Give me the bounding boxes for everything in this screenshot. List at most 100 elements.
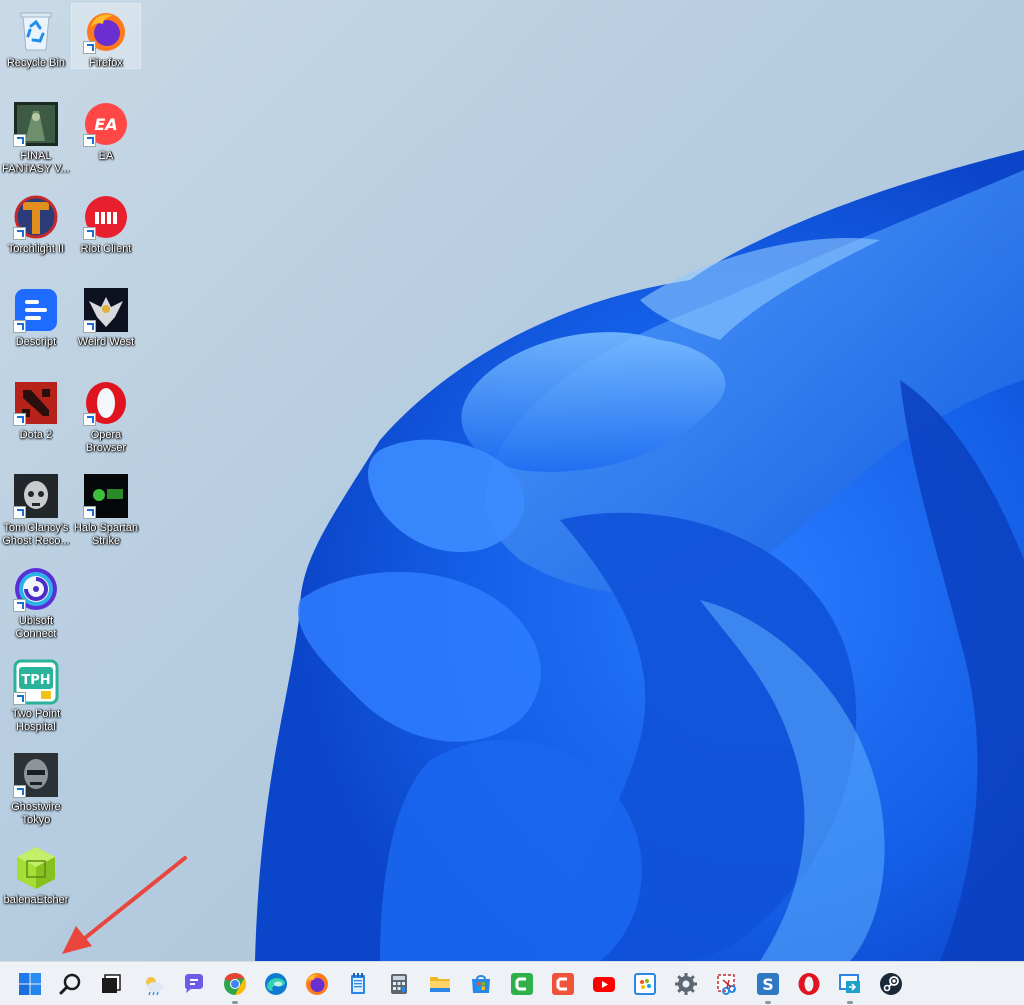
desktop-icon-ghostwire[interactable]: Ghostwire Tokyo (2, 748, 70, 827)
running-indicator (232, 1001, 238, 1004)
firefox-icon (306, 973, 328, 995)
svg-text:EA: EA (94, 115, 117, 134)
taskbar-camtasia-button[interactable] (505, 967, 539, 1001)
desktop-icon-riot-client[interactable]: Riot Client (72, 190, 140, 256)
desktop-icon-label: Torchlight II (7, 243, 65, 255)
desktop-icon-ea[interactable]: EA EA (72, 97, 140, 163)
taskbar: S (0, 961, 1024, 1005)
remote-desktop-icon (839, 974, 860, 993)
running-indicator (765, 1001, 771, 1004)
desktop-icon-dota2[interactable]: Dota 2 (2, 376, 70, 442)
taskbar-widgets-button[interactable] (136, 967, 170, 1001)
calculator-icon (391, 974, 407, 994)
edge-icon (265, 973, 287, 995)
wallpaper-bloom (255, 150, 1024, 961)
taskbar-paint-button[interactable] (628, 967, 662, 1001)
windows-start-icon (19, 973, 41, 995)
desktop-icon-label: Two Point Hospital (11, 708, 61, 733)
shortcut-arrow-icon (83, 134, 96, 147)
annotation-arrow-icon (62, 856, 187, 954)
taskbar-opera-button[interactable] (792, 967, 826, 1001)
desktop-icon-firefox[interactable]: Firefox (71, 3, 141, 69)
desktop-icon-label: EA (98, 150, 114, 162)
taskbar-notepad-button[interactable] (341, 967, 375, 1001)
shortcut-arrow-icon (83, 413, 96, 426)
shortcut-arrow-icon (13, 599, 26, 612)
opera-icon (798, 973, 820, 995)
search-icon (59, 973, 81, 995)
camtasia-recorder-icon (552, 973, 574, 995)
desktop-icon-label: Firefox (89, 57, 123, 69)
desktop-icon-label: Halo Spartan Strike (73, 522, 139, 547)
taskbar-firefox-button[interactable] (300, 967, 334, 1001)
desktop-icon-grid: Recycle Bin Firefox FINAL FANTASY V... E… (0, 0, 150, 960)
desktop-icon-torchlight[interactable]: Torchlight II (2, 190, 70, 256)
shortcut-arrow-icon (13, 320, 26, 333)
shortcut-arrow-icon (13, 134, 26, 147)
microsoft-store-icon (472, 975, 490, 993)
taskbar-youtube-button[interactable] (587, 967, 621, 1001)
taskbar-store-button[interactable] (464, 967, 498, 1001)
shortcut-arrow-icon (13, 227, 26, 240)
desktop-icon-label: Ubisoft Connect (15, 615, 57, 640)
taskbar-edge-button[interactable] (259, 967, 293, 1001)
desktop-icon-label: Riot Client (80, 243, 132, 255)
shortcut-arrow-icon (13, 506, 26, 519)
desktop-icon-label: FINAL FANTASY V... (2, 150, 70, 175)
taskbar-snipping-tool-button[interactable] (710, 967, 744, 1001)
weather-widget-icon (146, 977, 163, 996)
shortcut-arrow-icon (13, 413, 26, 426)
desktop-icon-label: Weird West (77, 336, 135, 348)
desktop-icon-label: Recycle Bin (6, 57, 66, 69)
desktop-icon-label: Tom Clancy's Ghost Reco... (2, 522, 70, 547)
desktop-icon-opera[interactable]: Opera Browser (72, 376, 140, 455)
desktop-icon-label: Dota 2 (19, 429, 53, 441)
taskbar-chat-button[interactable] (177, 967, 211, 1001)
svg-text:S: S (762, 975, 774, 994)
taskbar-settings-button[interactable] (669, 967, 703, 1001)
desktop-icon-ubisoft[interactable]: Ubisoft Connect (2, 562, 70, 641)
taskbar-calculator-button[interactable] (382, 967, 416, 1001)
desktop-icon-halo-spartan[interactable]: Halo Spartan Strike (72, 469, 140, 548)
youtube-icon (593, 977, 615, 992)
running-indicator (847, 1001, 853, 1004)
taskbar-task-view-button[interactable] (94, 967, 128, 1001)
file-explorer-icon (430, 977, 450, 992)
desktop-icon-recycle-bin[interactable]: Recycle Bin (2, 4, 70, 70)
shortcut-arrow-icon (83, 320, 96, 333)
settings-gear-icon (675, 973, 697, 995)
snipping-tool-icon (717, 974, 736, 995)
taskbar-start-button[interactable] (13, 967, 47, 1001)
recycle-bin-icon (20, 12, 52, 51)
teams-chat-icon (185, 974, 203, 993)
shortcut-arrow-icon (83, 506, 96, 519)
notepad-icon (351, 973, 365, 994)
taskbar-chrome-button[interactable] (218, 967, 252, 1004)
taskbar-search-button[interactable] (54, 967, 88, 1001)
desktop-icon-final-fantasy[interactable]: FINAL FANTASY V... (2, 97, 70, 176)
taskbar-snagit-button[interactable]: S (751, 967, 785, 1004)
taskbar-camtasia-recorder-button[interactable] (546, 967, 580, 1001)
chrome-icon (224, 972, 246, 995)
shortcut-arrow-icon (83, 41, 96, 54)
task-view-icon (102, 974, 121, 993)
desktop-icon-label: Opera Browser (85, 429, 127, 454)
desktop-icon-descript[interactable]: Descript (2, 283, 70, 349)
paint-icon (634, 973, 656, 995)
taskbar-file-explorer-button[interactable] (423, 967, 457, 1001)
shortcut-arrow-icon (13, 692, 26, 705)
desktop-icon-label: Ghostwire Tokyo (11, 801, 61, 826)
shortcut-arrow-icon (13, 785, 26, 798)
desktop-icon-ghost-recon[interactable]: Tom Clancy's Ghost Reco... (2, 469, 70, 548)
taskbar-remote-desktop-button[interactable] (833, 967, 867, 1004)
desktop-icon-weird-west[interactable]: Weird West (72, 283, 140, 349)
desktop[interactable]: Recycle Bin Firefox FINAL FANTASY V... E… (0, 0, 1024, 961)
camtasia-icon (511, 973, 533, 995)
shortcut-arrow-icon (83, 227, 96, 240)
taskbar-steam-button[interactable] (874, 967, 908, 1001)
svg-text:TPH: TPH (21, 673, 50, 688)
snagit-icon: S (757, 973, 779, 995)
desktop-icon-two-point[interactable]: TPH Two Point Hospital (2, 655, 70, 734)
steam-icon (880, 973, 902, 995)
desktop-icon-label: Descript (15, 336, 57, 348)
